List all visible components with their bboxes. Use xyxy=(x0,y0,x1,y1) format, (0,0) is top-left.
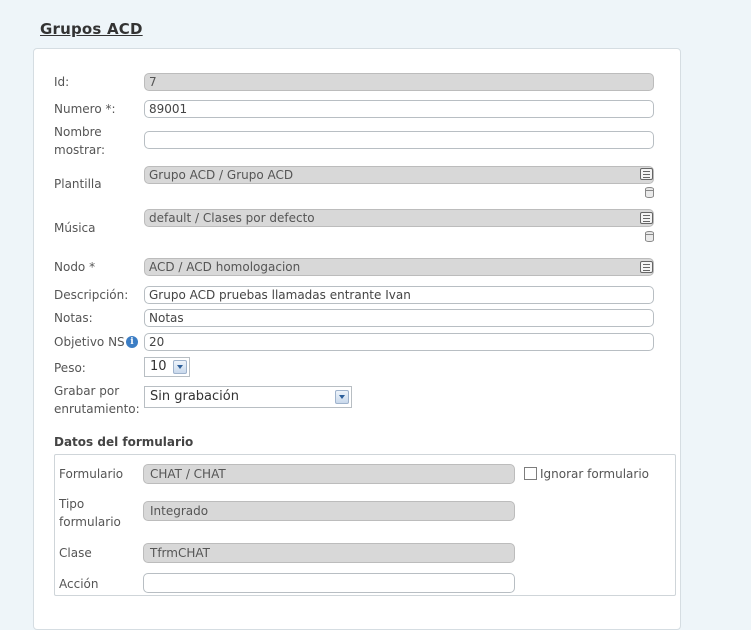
section-title-formulario: Datos del formulario xyxy=(54,435,194,449)
plantilla-list-icon[interactable] xyxy=(640,168,653,180)
chevron-down-icon[interactable] xyxy=(335,390,349,404)
plantilla-field: Grupo ACD / Grupo ACD xyxy=(144,166,654,184)
nodo-label: Nodo * xyxy=(54,260,96,274)
page-title: Grupos ACD xyxy=(40,20,143,38)
info-icon[interactable]: i xyxy=(126,336,138,348)
nodo-field: ACD / ACD homologacion xyxy=(144,258,654,276)
numero-input[interactable]: 89001 xyxy=(144,100,654,118)
formulario-subpanel: Formulario CHAT / CHAT Ignorar formulari… xyxy=(54,454,676,596)
tipo-label-line2: formulario xyxy=(59,515,121,529)
grabar-label-line2: enrutamiento: xyxy=(54,402,140,416)
musica-database-icon[interactable] xyxy=(645,231,654,242)
tipo-label-line1: Tipo xyxy=(59,497,85,511)
grabar-label: Grabar por enrutamiento: xyxy=(54,382,140,418)
peso-label: Peso: xyxy=(54,361,86,375)
plantilla-database-icon[interactable] xyxy=(645,187,654,198)
nombre-label: Nombre mostrar: xyxy=(54,123,105,159)
formulario-field: CHAT / CHAT xyxy=(143,464,515,484)
grabar-select-value: Sin grabación xyxy=(150,389,239,404)
nombre-label-line2: mostrar: xyxy=(54,143,106,157)
chevron-down-icon[interactable] xyxy=(173,360,187,374)
peso-select[interactable]: 10 xyxy=(144,357,190,377)
peso-select-value: 10 xyxy=(150,359,167,374)
nombre-label-line1: Nombre xyxy=(54,125,102,139)
objetivo-input[interactable]: 20 xyxy=(144,333,654,351)
clase-field: TfrmCHAT xyxy=(143,543,515,563)
form-panel: Id: 7 Numero *: 89001 Nombre mostrar: Pl… xyxy=(33,48,681,630)
formulario-label: Formulario xyxy=(59,467,124,481)
numero-label: Numero *: xyxy=(54,102,116,116)
nodo-list-icon[interactable] xyxy=(640,261,653,273)
id-field: 7 xyxy=(144,73,654,91)
objetivo-label: Objetivo NS xyxy=(54,335,125,349)
musica-list-icon[interactable] xyxy=(640,212,653,224)
grabar-label-line1: Grabar por xyxy=(54,384,120,398)
accion-input[interactable] xyxy=(143,573,515,593)
notas-label: Notas: xyxy=(54,311,93,325)
ignorar-formulario-checkbox[interactable] xyxy=(524,467,537,480)
ignorar-formulario-label[interactable]: Ignorar formulario xyxy=(540,465,649,483)
musica-field: default / Clases por defecto xyxy=(144,209,654,227)
descripcion-label: Descripción: xyxy=(54,288,129,302)
clase-label: Clase xyxy=(59,546,92,560)
tipo-field: Integrado xyxy=(143,501,515,521)
nombre-input[interactable] xyxy=(144,131,654,149)
descripcion-input[interactable]: Grupo ACD pruebas llamadas entrante Ivan xyxy=(144,286,654,304)
notas-input[interactable]: Notas xyxy=(144,309,654,327)
tipo-label: Tipo formulario xyxy=(59,495,121,531)
accion-label: Acción xyxy=(59,577,99,591)
musica-label: Música xyxy=(54,221,96,235)
plantilla-label: Plantilla xyxy=(54,177,102,191)
grabar-select[interactable]: Sin grabación xyxy=(144,386,352,408)
id-label: Id: xyxy=(54,75,70,89)
